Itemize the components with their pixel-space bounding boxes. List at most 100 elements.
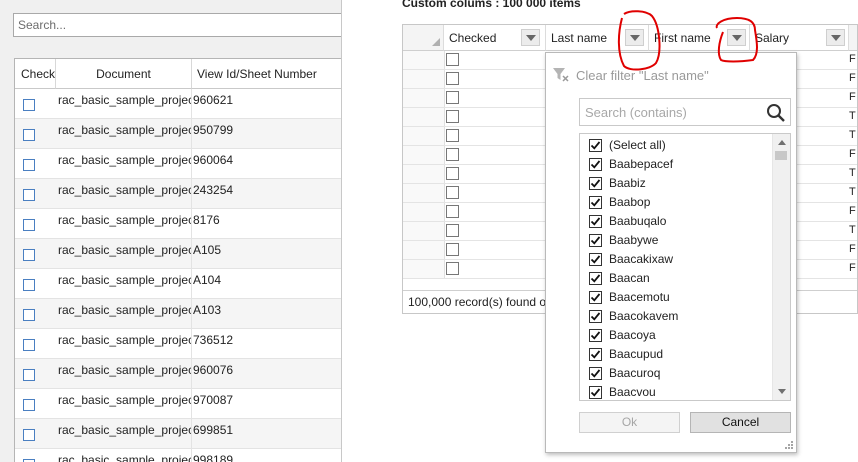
filter-value-list: (Select all) Baabepacef Baabiz Baabop Baabuq… — [579, 133, 791, 401]
table-row[interactable]: rac_basic_sample_project 736512 — [15, 329, 341, 359]
checked-checkbox[interactable] — [446, 262, 459, 275]
item-label: Baacvou — [609, 385, 656, 399]
row-indicator[interactable] — [403, 89, 445, 107]
row-indicator[interactable] — [403, 260, 445, 278]
row-checkbox[interactable] — [23, 159, 35, 171]
column-header-salary-label: Salary — [755, 31, 790, 45]
item-checkbox[interactable] — [589, 215, 602, 228]
overflow-cell: T — [849, 224, 856, 236]
item-checkbox[interactable] — [589, 367, 602, 380]
checkmark-icon — [590, 141, 601, 150]
item-checkbox[interactable] — [589, 158, 602, 171]
row-checkbox[interactable] — [23, 99, 35, 111]
scroll-up-icon[interactable] — [778, 140, 786, 145]
checked-checkbox[interactable] — [446, 186, 459, 199]
item-label: Baabop — [609, 195, 651, 209]
column-header-first-name[interactable]: First name — [649, 25, 750, 51]
checkmark-icon — [590, 217, 601, 226]
checked-checkbox[interactable] — [446, 243, 459, 256]
document-cell: rac_basic_sample_project — [56, 149, 192, 179]
row-checkbox[interactable] — [23, 399, 35, 411]
table-row[interactable]: rac_basic_sample_project 960064 — [15, 149, 341, 179]
checked-checkbox[interactable] — [446, 53, 459, 66]
row-indicator[interactable] — [403, 70, 445, 88]
column-header-check[interactable]: Check — [15, 59, 56, 89]
row-checkbox[interactable] — [23, 189, 35, 201]
checked-checkbox[interactable] — [446, 148, 459, 161]
row-indicator[interactable] — [403, 51, 445, 69]
checked-checkbox[interactable] — [446, 129, 459, 142]
item-checkbox[interactable] — [589, 272, 602, 285]
item-checkbox[interactable] — [589, 329, 602, 342]
row-checkbox[interactable] — [23, 429, 35, 441]
checked-checkbox[interactable] — [446, 224, 459, 237]
clear-filter-button[interactable]: Clear filter "Last name" — [552, 67, 709, 83]
filter-list-scrollbar[interactable] — [772, 134, 790, 400]
checked-checkbox[interactable] — [446, 110, 459, 123]
row-checkbox[interactable] — [23, 309, 35, 321]
row-checkbox[interactable] — [23, 129, 35, 141]
cancel-button[interactable]: Cancel — [690, 412, 791, 433]
select-all-corner[interactable] — [403, 25, 444, 51]
item-checkbox[interactable] — [589, 177, 602, 190]
table-row[interactable]: rac_basic_sample_project 8176 — [15, 209, 341, 239]
column-header-document[interactable]: Document — [56, 59, 192, 89]
item-checkbox[interactable] — [589, 291, 602, 304]
row-checkbox[interactable] — [23, 339, 35, 351]
row-checkbox[interactable] — [23, 279, 35, 291]
table-row[interactable]: rac_basic_sample_project A105 — [15, 239, 341, 269]
checked-checkbox[interactable] — [446, 167, 459, 180]
row-indicator[interactable] — [403, 203, 445, 221]
left-search-input[interactable] — [13, 13, 341, 37]
checked-checkbox[interactable] — [446, 205, 459, 218]
item-checkbox[interactable] — [589, 348, 602, 361]
checked-checkbox[interactable] — [446, 91, 459, 104]
scroll-thumb[interactable] — [775, 151, 787, 160]
ok-button[interactable]: Ok — [579, 412, 680, 433]
table-row[interactable]: rac_basic_sample_project 950799 — [15, 119, 341, 149]
document-cell: rac_basic_sample_project — [56, 119, 192, 149]
table-row[interactable]: rac_basic_sample_project 960076 — [15, 359, 341, 389]
table-row[interactable]: rac_basic_sample_project 998189 — [15, 449, 341, 462]
row-indicator[interactable] — [403, 146, 445, 164]
item-label: Baacupud — [609, 347, 664, 361]
checked-checkbox[interactable] — [446, 72, 459, 85]
row-indicator[interactable] — [403, 184, 445, 202]
filter-dropdown-last-name-icon[interactable] — [625, 29, 644, 46]
column-header-checked[interactable]: Checked — [444, 25, 546, 51]
table-row[interactable]: rac_basic_sample_project 243254 — [15, 179, 341, 209]
filter-search-input[interactable] — [580, 99, 775, 125]
table-row[interactable]: rac_basic_sample_project 970087 — [15, 389, 341, 419]
table-row[interactable]: rac_basic_sample_project 960621 — [15, 89, 341, 119]
row-indicator[interactable] — [403, 108, 445, 126]
document-cell: rac_basic_sample_project — [56, 419, 192, 449]
filter-dropdown-checked-icon[interactable] — [521, 29, 540, 46]
column-header-last-name[interactable]: Last name — [546, 25, 649, 51]
clear-filter-icon — [553, 68, 569, 82]
item-checkbox[interactable] — [589, 253, 602, 266]
resize-grip-icon[interactable] — [784, 440, 794, 450]
filter-dropdown-salary-icon[interactable] — [826, 29, 845, 46]
checkmark-icon — [590, 179, 601, 188]
search-icon[interactable] — [766, 103, 786, 123]
column-header-view-id[interactable]: View Id/Sheet Number — [192, 59, 341, 89]
row-checkbox[interactable] — [23, 369, 35, 381]
table-row[interactable]: rac_basic_sample_project A104 — [15, 269, 341, 299]
row-indicator[interactable] — [403, 222, 445, 240]
row-indicator[interactable] — [403, 241, 445, 259]
row-checkbox[interactable] — [23, 219, 35, 231]
row-checkbox[interactable] — [23, 249, 35, 261]
item-checkbox[interactable] — [589, 139, 602, 152]
item-checkbox[interactable] — [589, 196, 602, 209]
item-checkbox[interactable] — [589, 386, 602, 399]
item-label: Baacan — [609, 271, 650, 285]
item-checkbox[interactable] — [589, 234, 602, 247]
filter-dropdown-first-name-icon[interactable] — [727, 29, 746, 46]
table-row[interactable]: rac_basic_sample_project 699851 — [15, 419, 341, 449]
item-checkbox[interactable] — [589, 310, 602, 323]
row-indicator[interactable] — [403, 127, 445, 145]
table-row[interactable]: rac_basic_sample_project A103 — [15, 299, 341, 329]
row-indicator[interactable] — [403, 165, 445, 183]
column-header-salary[interactable]: Salary — [750, 25, 849, 51]
scroll-down-icon[interactable] — [778, 389, 786, 394]
